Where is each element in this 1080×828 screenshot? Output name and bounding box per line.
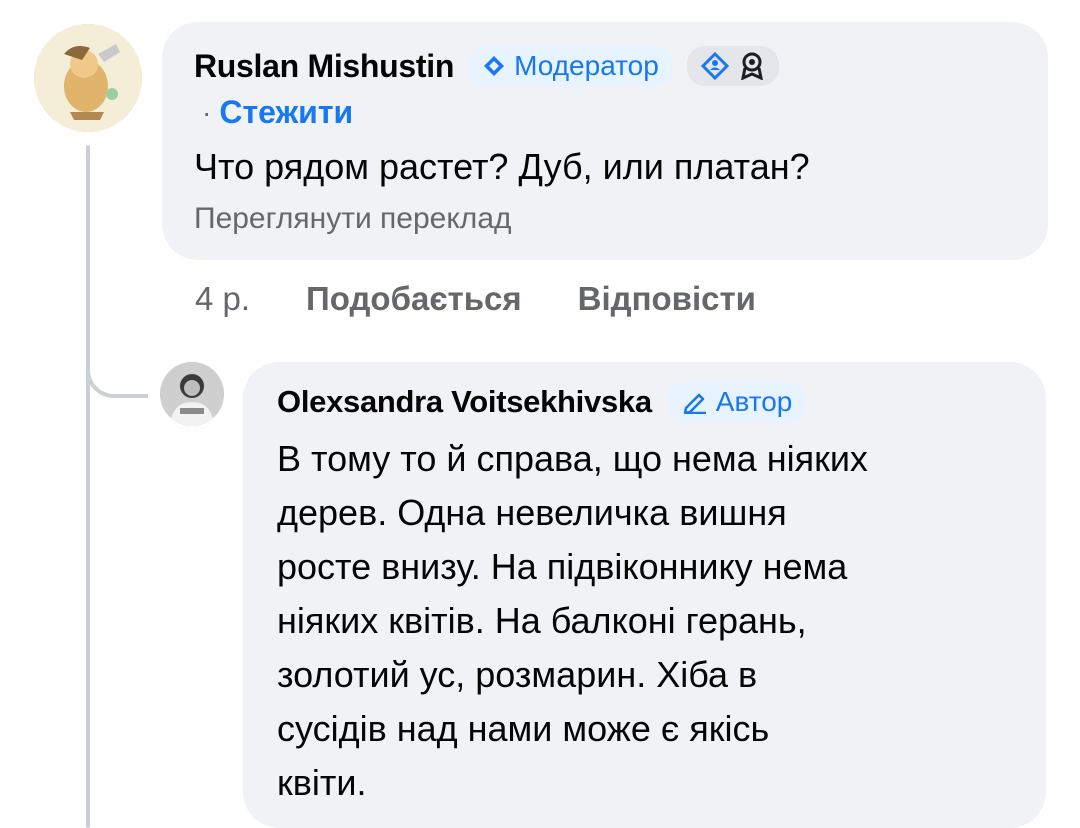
reply-text-line: росте внизу. На підвіконнику нема (277, 546, 848, 587)
reply-connector (86, 340, 148, 398)
reply-text: В тому то й справа, що нема ніяких дерев… (277, 432, 868, 810)
reply-text-line: ніяких квітів. На балконі герань, (277, 600, 807, 641)
reply-author[interactable]: Olexsandra Voitsekhivska (277, 384, 652, 420)
reply-text-line: золотий ус, розмарин. Хіба в (277, 654, 758, 695)
moderator-badge-label: Модератор (514, 50, 659, 81)
comment-actions: 4 р. Подобається Відповісти (195, 280, 756, 318)
author-badge[interactable]: Автор (667, 382, 807, 422)
follow-separator: · (202, 96, 212, 128)
moderator-badge[interactable]: Модератор (468, 46, 673, 86)
comment-bubble: Ruslan Mishustin Модератор · Стежити Что (162, 22, 1048, 260)
top-fan-badge-icon (740, 52, 763, 80)
comment-timestamp[interactable]: 4 р. (195, 280, 250, 318)
reply-text-line: квіти. (277, 762, 367, 803)
pencil-icon (683, 393, 706, 414)
avatar-illustration-icon (34, 24, 142, 132)
follow-link[interactable]: Стежити (219, 94, 353, 131)
profile-badges[interactable] (686, 46, 779, 86)
reply-text-line: дерев. Одна невеличка вишня (277, 492, 787, 533)
reply-bubble: Olexsandra Voitsekhivska Автор В тому то… (243, 362, 1046, 828)
reply-button[interactable]: Відповісти (578, 280, 756, 318)
moderator-diamond-icon (484, 56, 505, 76)
like-button[interactable]: Подобається (306, 280, 522, 318)
reply-text-line: сусідів над нами може є якісь (277, 708, 770, 749)
thread-line (86, 145, 90, 828)
reply-text-line: В тому то й справа, що нема ніяких (277, 438, 868, 479)
comment-text: Что рядом растет? Дуб, или платан? (194, 146, 810, 187)
diamond-person-icon (700, 52, 729, 80)
avatar-photo-icon (160, 362, 224, 426)
comment-author[interactable]: Ruslan Mishustin (194, 48, 454, 85)
avatar[interactable] (160, 362, 224, 426)
see-translation-link[interactable]: Переглянути переклад (194, 202, 512, 236)
author-badge-label: Автор (715, 386, 793, 417)
avatar[interactable] (34, 24, 142, 132)
